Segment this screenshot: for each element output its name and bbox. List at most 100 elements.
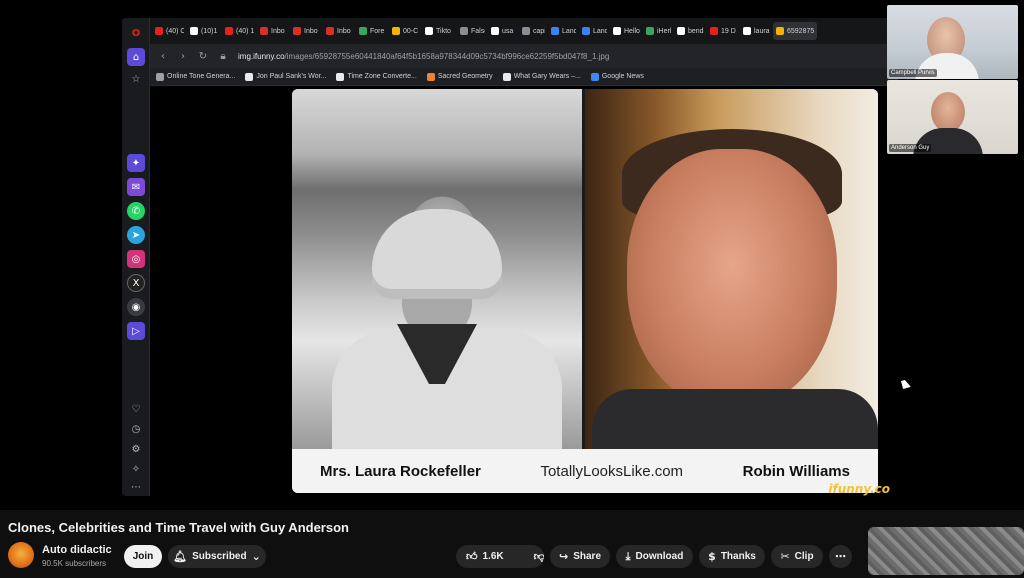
- bookmark-favicon-icon: [426, 72, 435, 81]
- meme-caption: Mrs. Laura Rockefeller TotallyLooksLike.…: [292, 449, 878, 493]
- tab-label: Fore: [370, 27, 385, 35]
- browser-tab[interactable]: Land: [579, 22, 607, 40]
- browser-tab[interactable]: 00-C: [389, 22, 419, 40]
- like-dislike-group: 👍︎ 1.6K 👎︎: [456, 545, 544, 568]
- messenger-icon: ✉: [127, 178, 145, 196]
- address-bar: ‹ › ↻ 🔒︎ img.ifunny.co/images/65928755e6…: [150, 44, 898, 68]
- bookmarks-bar: Online Tone Genera... Jon Paul Sank's Wor…: [150, 68, 898, 86]
- browser-tab[interactable]: Land: [548, 22, 576, 40]
- join-button[interactable]: Join: [124, 545, 162, 568]
- recommended-thumbnail[interactable]: [868, 527, 1024, 575]
- url-path: /images/65928755e60441840af64f5b1658a978…: [284, 51, 610, 61]
- back-icon: ‹: [161, 50, 165, 62]
- browser-tab[interactable]: 19 D: [707, 22, 737, 40]
- x-icon: X: [127, 274, 145, 292]
- download-button[interactable]: ⤓ Download: [616, 545, 693, 568]
- channel-avatar[interactable]: [8, 542, 34, 568]
- history-icon: ◷: [131, 423, 141, 435]
- bookmark-label: Sacred Geometry: [437, 73, 493, 80]
- thanks-button[interactable]: $ Thanks: [699, 545, 765, 568]
- photo-divider: [582, 89, 585, 449]
- bookmark-item[interactable]: Time Zone Converte...: [336, 72, 417, 81]
- subscribed-button[interactable]: 🔔︎ Subscribed ⌄: [168, 545, 266, 568]
- shared-browser-window: O ⌂ ☆ ✦ ✉ ✆ ➤ ◎ X ◉ ▷ ♡ ◷ ⚙ ✧ ⋯ (40) C (1…: [122, 18, 898, 496]
- bookmark-label: Google News: [601, 73, 644, 80]
- tab-label: 00-C: [403, 27, 419, 35]
- tab-favicon-icon: [582, 27, 590, 35]
- flow-icon: ▷: [127, 322, 145, 340]
- bookmark-favicon-icon: [245, 72, 254, 81]
- tab-favicon-icon: [225, 27, 233, 35]
- participant-name: Campbell Purvis: [889, 69, 937, 77]
- join-label: Join: [132, 551, 154, 562]
- video-player[interactable]: O ⌂ ☆ ✦ ✉ ✆ ➤ ◎ X ◉ ▷ ♡ ◷ ⚙ ✧ ⋯ (40) C (1…: [0, 0, 1024, 510]
- screen: O ⌂ ☆ ✦ ✉ ✆ ➤ ◎ X ◉ ▷ ♡ ◷ ⚙ ✧ ⋯ (40) C (1…: [0, 0, 1024, 578]
- tab-favicon-icon: [613, 27, 621, 35]
- bookmark-label: Online Tone Genera...: [167, 73, 236, 80]
- bookmark-item[interactable]: Google News: [590, 72, 644, 81]
- participant-name: Anderson Guy: [889, 144, 932, 152]
- share-icon: ↪: [559, 550, 569, 563]
- tab-favicon-icon: [491, 27, 499, 35]
- tab-label: Hello: [624, 27, 640, 35]
- tab-favicon-icon: [743, 27, 751, 35]
- video-info-bar: Clones, Celebrities and Time Travel with…: [0, 510, 1024, 578]
- browser-tab[interactable]: bend: [674, 22, 704, 40]
- left-photo: [292, 89, 584, 449]
- bookmark-label: What Gary Wears –...: [513, 73, 581, 80]
- bookmark-favicon-icon: [156, 72, 164, 81]
- tab-favicon-icon: [677, 27, 685, 35]
- browser-tab[interactable]: (10)1: [187, 22, 219, 40]
- dislike-button[interactable]: 👎︎: [524, 545, 544, 568]
- tab-favicon-icon: [522, 27, 530, 35]
- tab-favicon-icon: [460, 27, 468, 35]
- tab-favicon-icon: [293, 27, 301, 35]
- meme-image: Mrs. Laura Rockefeller TotallyLooksLike.…: [292, 89, 878, 493]
- browser-tab[interactable]: usa: [488, 22, 516, 40]
- aria-icon: ✦: [127, 154, 145, 172]
- tab-favicon-icon: [326, 27, 334, 35]
- tab-label: (40) 1: [236, 27, 254, 35]
- browser-tab[interactable]: Fore: [356, 22, 386, 40]
- like-button[interactable]: 👍︎ 1.6K: [456, 545, 514, 568]
- player-icon: ◉: [127, 298, 145, 316]
- share-button[interactable]: ↪ Share: [550, 545, 610, 568]
- browser-sidebar: O ⌂ ☆ ✦ ✉ ✆ ➤ ◎ X ◉ ▷ ♡ ◷ ⚙ ✧ ⋯: [122, 18, 150, 496]
- browser-tab[interactable]: Tikto: [422, 22, 454, 40]
- more-actions-button[interactable]: ⋯: [829, 545, 852, 568]
- bookmark-favicon-icon: [336, 72, 345, 81]
- webcam-tile-1: Campbell Purvis: [887, 5, 1018, 79]
- center-caption: TotallyLooksLike.com: [540, 462, 684, 480]
- browser-tab[interactable]: Hello: [610, 22, 640, 40]
- bookmark-item[interactable]: Online Tone Genera...: [156, 72, 236, 81]
- subscriber-count: 90.5K subscribers: [42, 559, 107, 568]
- tab-label: Inbo: [337, 27, 351, 35]
- browser-tab[interactable]: 6592875: [773, 22, 817, 40]
- browser-tab[interactable]: Inbo: [257, 22, 287, 40]
- clip-button[interactable]: ✂ Clip: [771, 545, 823, 568]
- browser-tab[interactable]: iHerb: [643, 22, 671, 40]
- browser-tab[interactable]: (40) 1: [222, 22, 254, 40]
- browser-tab[interactable]: capit: [519, 22, 545, 40]
- participant-face: [931, 92, 965, 132]
- bookmark-item[interactable]: What Gary Wears –...: [502, 72, 581, 81]
- browser-tab[interactable]: Inbo: [323, 22, 353, 40]
- browser-tab[interactable]: laura: [740, 22, 770, 40]
- browser-tab[interactable]: Inbo: [290, 22, 320, 40]
- right-caption: Robin Williams: [742, 462, 850, 480]
- tab-favicon-icon: [155, 27, 163, 35]
- lightbulb-icon: ✧: [131, 463, 141, 475]
- bookmark-item[interactable]: Sacred Geometry: [426, 72, 493, 81]
- browser-tab[interactable]: Falsc: [457, 22, 485, 40]
- speed-dial-icon: ☆: [131, 73, 141, 85]
- bookmark-item[interactable]: Jon Paul Sank's Wor...: [245, 72, 327, 81]
- tab-label: capit: [533, 27, 545, 35]
- home-icon: ⌂: [127, 48, 145, 66]
- channel-name[interactable]: Auto didactic: [42, 544, 112, 556]
- opera-logo-icon: O: [131, 27, 141, 39]
- tab-favicon-icon: [260, 27, 268, 35]
- mouse-cursor-icon: [901, 379, 911, 389]
- hat-shape: [372, 209, 502, 299]
- browser-tab[interactable]: (40) C: [152, 22, 184, 40]
- bookmark-label: Jon Paul Sank's Wor...: [256, 73, 327, 80]
